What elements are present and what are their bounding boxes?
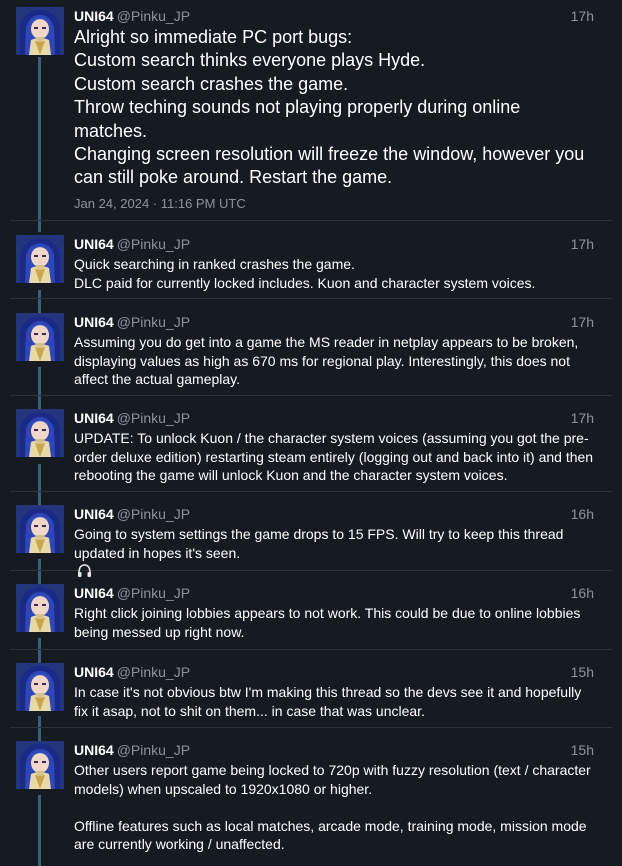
- thread-connector-line: [38, 57, 41, 232]
- tweet-time[interactable]: 16h: [571, 584, 594, 602]
- reply-header: UNI64 @Pinku_JP 15h: [74, 741, 594, 759]
- reply-header: UNI64 @Pinku_JP 17h: [74, 313, 594, 331]
- author-name[interactable]: UNI64: [74, 8, 114, 24]
- tweet-divider: [10, 491, 612, 492]
- headphones-emoji: [77, 564, 92, 578]
- thread-connector-line: [38, 559, 41, 585]
- tweet-text-line: updated in hopes it's seen.: [74, 544, 241, 561]
- avatar-image: [16, 741, 64, 789]
- author-handle[interactable]: @Pinku_JP: [117, 314, 190, 330]
- tweet-text-line: affect the actual gameplay.: [74, 371, 241, 388]
- tweet-text-line: Other users report game being locked to …: [74, 762, 591, 778]
- reply-header: UNI64 @Pinku_JP 16h: [74, 505, 594, 523]
- tweet-text-line: matches.: [74, 120, 148, 141]
- author-handle[interactable]: @Pinku_JP: [117, 410, 190, 426]
- reply-text: Other users report game being locked to …: [74, 761, 594, 854]
- tweet-time[interactable]: 17h: [571, 235, 594, 253]
- tweet-time[interactable]: 15h: [571, 663, 594, 681]
- avatar-image: [16, 7, 64, 55]
- author-name[interactable]: UNI64: [74, 236, 114, 252]
- reply-text: Quick searching in ranked crashes the ga…: [74, 255, 594, 292]
- tweet-time[interactable]: 17h: [571, 409, 594, 427]
- thread-connector-line: [38, 638, 41, 664]
- avatar[interactable]: [16, 663, 64, 711]
- reply-text: Assuming you do get into a game the MS r…: [74, 333, 594, 389]
- avatar-image: [16, 663, 64, 711]
- avatar[interactable]: [16, 505, 64, 553]
- tweet-divider: [10, 727, 612, 728]
- thread-connector-line: [38, 716, 41, 742]
- avatar-image: [16, 584, 64, 632]
- tweet-text-line: order deluxe edition) restarting steam e…: [74, 448, 594, 465]
- tweet-date[interactable]: Jan 24, 2024 · 11:16 PM UTC: [74, 196, 246, 212]
- tweet-thread: UNI64 @Pinku_JP 17h Alright so immediate PC…: [0, 0, 622, 866]
- reply-text: In case it's not obvious btw I'm making …: [74, 683, 594, 720]
- tweet-text-line: rebooting the game will unlock Kuon and …: [74, 467, 508, 484]
- reply-header: UNI64 @Pinku_JP 15h: [74, 663, 594, 681]
- tweet-time[interactable]: 16h: [571, 505, 594, 523]
- tweet-text-line: Assuming you do get into a game the MS r…: [74, 334, 579, 350]
- author-handle[interactable]: @Pinku_JP: [117, 8, 190, 24]
- author-handle[interactable]: @Pinku_JP: [117, 664, 190, 680]
- avatar-image: [16, 313, 64, 361]
- tweet-text-line: Changing screen resolution will freeze t…: [74, 144, 585, 165]
- tweet-text-line: UPDATE: To unlock Kuon / the character s…: [74, 430, 589, 446]
- tweet-divider: [10, 395, 612, 396]
- tweet-text-line: Alright so immediate PC port bugs:: [74, 27, 353, 47]
- reply-header: UNI64 @Pinku_JP 17h: [74, 409, 594, 427]
- tweet-text-line: being messed up right now.: [74, 623, 245, 640]
- tweet-text-line: Throw teching sounds not playing properl…: [74, 97, 521, 118]
- avatar[interactable]: [16, 741, 64, 789]
- avatar-image: [16, 505, 64, 553]
- tweet-text-line: models) when upscaled to 1920x1080 or hi…: [74, 780, 373, 797]
- tweet-text-line: Quick searching in ranked crashes the ga…: [74, 256, 355, 272]
- author-name[interactable]: UNI64: [74, 585, 114, 601]
- tweet-text-line: can still poke around. Restart the game.: [74, 167, 393, 188]
- reply-text: UPDATE: To unlock Kuon / the character s…: [74, 429, 594, 485]
- avatar[interactable]: [16, 7, 64, 55]
- tweet-divider: [10, 298, 612, 299]
- tweet-divider: [10, 220, 612, 221]
- main-tweet-text: Alright so immediate PC port bugs: Custom…: [74, 26, 588, 190]
- reply-header: UNI64 @Pinku_JP 17h: [74, 235, 594, 253]
- thread-connector-line: [38, 464, 41, 506]
- main-tweet-header: UNI64 @Pinku_JP 17h: [74, 7, 594, 25]
- tweet-text-line: Offline features such as local matches, …: [74, 817, 587, 834]
- author-handle[interactable]: @Pinku_JP: [117, 236, 190, 252]
- tweet-text-line: In case it's not obvious btw I'm making …: [74, 684, 582, 700]
- avatar-image: [16, 235, 64, 283]
- thread-connector-line: [38, 367, 41, 410]
- thread-connector-line: [38, 795, 41, 866]
- tweet-divider: [10, 649, 612, 650]
- tweet-text-line: Right click joining lobbies appears to n…: [74, 605, 581, 621]
- author-handle[interactable]: @Pinku_JP: [117, 742, 190, 758]
- tweet-text-line: Custom search crashes the game.: [74, 73, 349, 94]
- tweet-time[interactable]: 17h: [571, 313, 594, 331]
- tweet-text-line: fix it asap, not to shit on them... in c…: [74, 702, 425, 719]
- tweet-text-line: DLC paid for currently locked includes. …: [74, 274, 536, 291]
- reply-text: Right click joining lobbies appears to n…: [74, 604, 594, 641]
- author-name[interactable]: UNI64: [74, 314, 114, 330]
- tweet-time[interactable]: 15h: [571, 741, 594, 759]
- thread-connector-line: [38, 290, 41, 314]
- author-name[interactable]: UNI64: [74, 742, 114, 758]
- avatar[interactable]: [16, 235, 64, 283]
- avatar[interactable]: [16, 584, 64, 632]
- reply-header: UNI64 @Pinku_JP 16h: [74, 584, 594, 602]
- author-handle[interactable]: @Pinku_JP: [117, 506, 190, 522]
- tweet-time[interactable]: 17h: [571, 7, 594, 25]
- author-name[interactable]: UNI64: [74, 664, 114, 680]
- tweet-text-line: Going to system settings the game drops …: [74, 526, 564, 542]
- author-name[interactable]: UNI64: [74, 410, 114, 426]
- tweet-text-line: Custom search thinks everyone plays Hyde…: [74, 50, 426, 71]
- avatar[interactable]: [16, 409, 64, 457]
- avatar[interactable]: [16, 313, 64, 361]
- tweet-text-line: displaying values as high as 670 ms for …: [74, 352, 570, 369]
- reply-text: Going to system settings the game drops …: [74, 525, 594, 581]
- author-handle[interactable]: @Pinku_JP: [117, 585, 190, 601]
- author-name[interactable]: UNI64: [74, 506, 114, 522]
- tweet-text-line: are currently working / unaffected.: [74, 836, 285, 853]
- avatar-image: [16, 409, 64, 457]
